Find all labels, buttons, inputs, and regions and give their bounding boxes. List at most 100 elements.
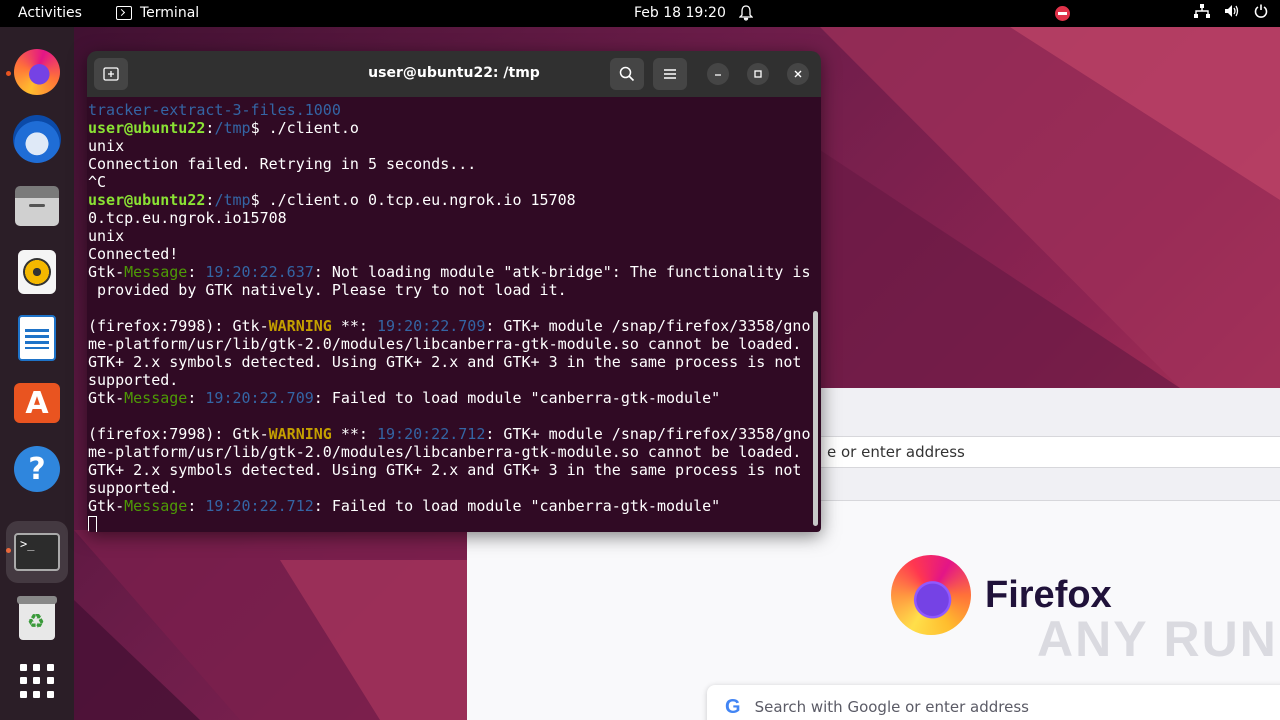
dock-rhythmbox[interactable]	[11, 246, 63, 298]
thunderbird-icon	[13, 115, 61, 163]
minimize-button[interactable]	[707, 63, 729, 85]
terminal-line: unix	[88, 137, 821, 155]
terminal-line: 0.tcp.eu.ngrok.io15708	[88, 209, 821, 227]
terminal-text: WARNING	[268, 317, 332, 335]
terminal-text: 19:20:22.709	[205, 389, 314, 407]
terminal-text: GTK+ 2.x symbols detected. Using GTK+ 2.…	[88, 353, 802, 371]
terminal-text: unix	[88, 137, 125, 155]
terminal-text: Gtk-	[88, 497, 125, 515]
help-icon: ?	[14, 446, 60, 492]
dock-terminal[interactable]: >_	[6, 521, 68, 583]
terminal-text: 19:20:22.712	[205, 497, 314, 515]
activities-button[interactable]: Activities	[18, 5, 82, 21]
terminal-text: Message	[124, 263, 188, 281]
terminal-text: : Not loading module "atk-bridge": The f…	[313, 263, 811, 281]
close-icon	[794, 70, 802, 78]
dock-trash[interactable]	[11, 592, 63, 644]
dock-help[interactable]: ?	[11, 443, 63, 495]
terminal-text: /tmp	[214, 191, 251, 209]
terminal-line: Gtk-Message: 19:20:22.709: Failed to loa…	[88, 389, 821, 407]
trash-icon	[17, 596, 57, 640]
watermark: ANY RUN	[1037, 611, 1278, 667]
terminal-text: Message	[124, 389, 188, 407]
terminal-text: me-platform/usr/lib/gtk-2.0/modules/libc…	[88, 335, 802, 353]
volume-icon[interactable]	[1224, 4, 1240, 22]
dock-thunderbird[interactable]	[11, 113, 63, 165]
terminal-text: : Failed to load module "canberra-gtk-mo…	[313, 389, 721, 407]
firefox-icon	[14, 49, 60, 95]
terminal-text: ^C	[88, 173, 107, 191]
terminal-text: : GTK+ module /snap/firefox/3358/gno	[485, 425, 811, 443]
terminal-text: unix	[88, 227, 125, 245]
google-icon: G	[725, 695, 741, 718]
terminal-line: GTK+ 2.x symbols detected. Using GTK+ 2.…	[88, 461, 821, 479]
terminal-text: (firefox:7998): Gtk-	[88, 425, 269, 443]
menu-button[interactable]	[653, 58, 687, 90]
terminal-text: supported.	[88, 479, 179, 497]
terminal-text: (firefox:7998): Gtk-	[88, 317, 269, 335]
dock-files[interactable]	[11, 180, 63, 232]
terminal-line: GTK+ 2.x symbols detected. Using GTK+ 2.…	[88, 353, 821, 371]
terminal-line: Gtk-Message: 19:20:22.712: Failed to loa…	[88, 497, 821, 515]
terminal-text: supported.	[88, 371, 179, 389]
terminal-text: :	[187, 389, 206, 407]
terminal-line: supported.	[88, 371, 821, 389]
terminal-line: Connection failed. Retrying in 5 seconds…	[88, 155, 821, 173]
dock-show-apps[interactable]	[11, 655, 63, 707]
terminal-app-icon	[116, 6, 132, 20]
terminal-line: Gtk-Message: 19:20:22.637: Not loading m…	[88, 263, 821, 281]
terminal-scrollbar[interactable]	[813, 311, 818, 526]
terminal-line: tracker-extract-3-files.1000	[88, 101, 821, 119]
power-icon[interactable]	[1254, 4, 1268, 22]
clock[interactable]: Feb 18 19:20	[634, 5, 726, 21]
terminal-text: 0.tcp.eu.ngrok.io15708	[88, 209, 287, 227]
terminal-line: provided by GTK natively. Please try to …	[88, 281, 821, 299]
system-tray[interactable]	[1055, 4, 1268, 22]
google-search-box[interactable]: G Search with Google or enter address	[707, 685, 1280, 720]
terminal-line: user@ubuntu22:/tmp$ ./client.o	[88, 119, 821, 137]
search-button[interactable]	[610, 58, 644, 90]
show-apps-icon	[20, 664, 54, 698]
terminal-line: unix	[88, 227, 821, 245]
terminal-line: me-platform/usr/lib/gtk-2.0/modules/libc…	[88, 335, 821, 353]
dock-firefox[interactable]	[11, 46, 63, 98]
terminal-text: /tmp	[214, 119, 251, 137]
app-center-icon: A	[14, 383, 60, 423]
dock-app-center[interactable]: A	[11, 377, 63, 429]
terminal-line: me-platform/usr/lib/gtk-2.0/modules/libc…	[88, 443, 821, 461]
terminal-text: user@ubuntu22	[88, 119, 206, 137]
terminal-output[interactable]: tracker-extract-3-files.1000 user@ubuntu2…	[87, 97, 821, 532]
url-bar[interactable]: e or enter address	[797, 436, 1280, 468]
files-icon	[15, 186, 59, 226]
dock-writer[interactable]	[11, 312, 63, 364]
terminal-text: user@ubuntu22	[88, 191, 206, 209]
notification-bell-icon[interactable]	[738, 5, 754, 25]
url-bar-placeholder: e or enter address	[827, 443, 965, 461]
terminal-text: :	[187, 263, 206, 281]
terminal-cursor	[88, 516, 97, 532]
terminal-line: Connected!	[88, 245, 821, 263]
app-menu[interactable]: Terminal	[116, 5, 199, 21]
terminal-text: Message	[124, 497, 188, 515]
terminal-text: :	[187, 497, 206, 515]
terminal-text: 19:20:22.712	[377, 425, 486, 443]
do-not-disturb-icon[interactable]	[1055, 5, 1070, 21]
writer-icon	[18, 315, 56, 361]
search-placeholder: Search with Google or enter address	[754, 698, 1029, 716]
terminal-line: user@ubuntu22:/tmp$ ./client.o 0.tcp.eu.…	[88, 191, 821, 209]
maximize-button[interactable]	[747, 63, 769, 85]
search-icon	[619, 66, 635, 82]
maximize-icon	[754, 70, 762, 78]
terminal-text: Gtk-	[88, 389, 125, 407]
terminal-text: Connected!	[88, 245, 179, 263]
terminal-text: tracker-extract-3-files.1000	[88, 101, 341, 119]
close-button[interactable]	[787, 63, 809, 85]
terminal-text: me-platform/usr/lib/gtk-2.0/modules/libc…	[88, 443, 802, 461]
network-icon[interactable]	[1194, 4, 1210, 22]
terminal-text: GTK+ 2.x symbols detected. Using GTK+ 2.…	[88, 461, 802, 479]
terminal-headerbar: user@ubuntu22: /tmp	[87, 51, 821, 97]
terminal-text: WARNING	[268, 425, 332, 443]
terminal-text: $ ./client.o	[250, 119, 359, 137]
terminal-text: Gtk-	[88, 263, 125, 281]
